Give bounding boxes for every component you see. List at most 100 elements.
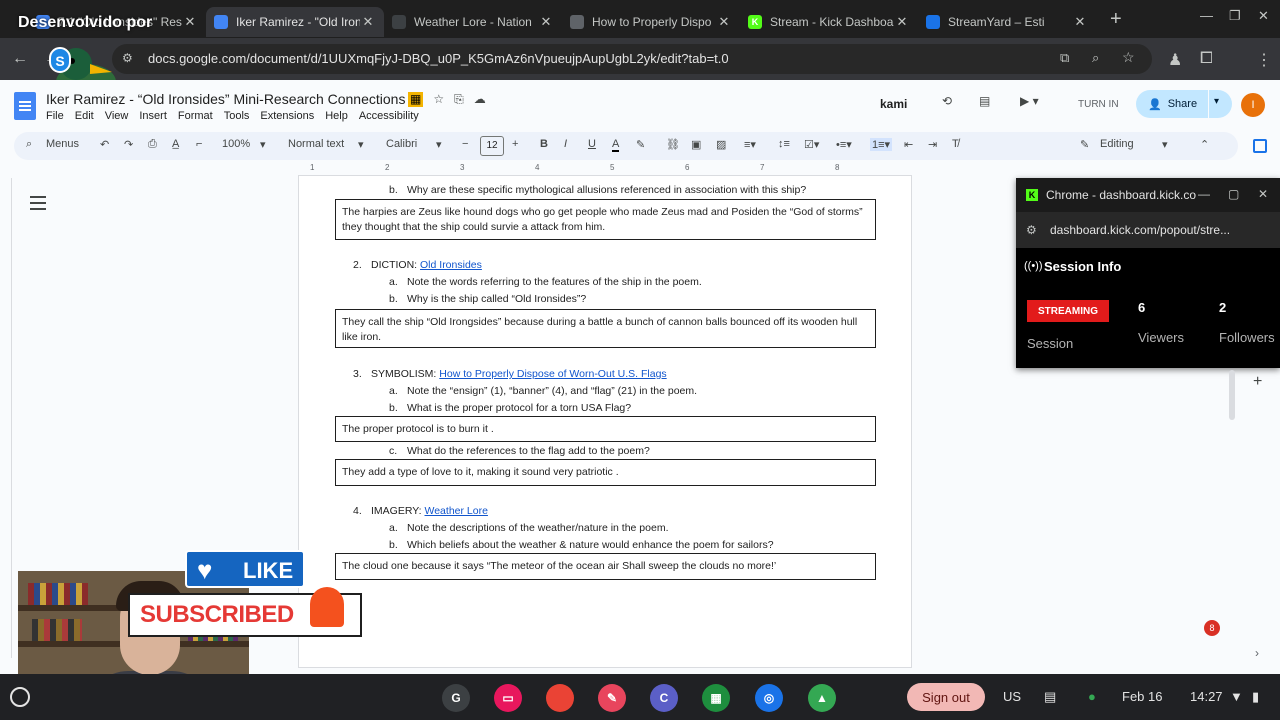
menu-file[interactable]: File — [46, 110, 64, 122]
vertical-ruler[interactable] — [0, 178, 12, 658]
menus-search[interactable]: Menus — [46, 138, 79, 150]
site-info-icon[interactable]: ⚙ — [122, 51, 133, 65]
star-icon[interactable]: ☆ — [433, 92, 444, 107]
comments-icon[interactable]: ▤ — [979, 94, 990, 108]
minimize-icon[interactable]: — — [1200, 8, 1213, 23]
sign-out-button[interactable]: Sign out — [907, 683, 985, 711]
style-select[interactable]: Normal text — [288, 138, 344, 150]
share-button[interactable]: 👤 Share ▾ — [1136, 90, 1232, 118]
back-icon[interactable]: ← — [12, 50, 28, 68]
extensions-icon[interactable]: ⧠ — [1200, 50, 1213, 68]
shelf-app-icon[interactable]: ▭ — [494, 684, 522, 712]
version-history-icon[interactable]: ⟲ — [942, 94, 952, 108]
omnibox[interactable]: ⚙ docs.google.com/document/d/1UUXmqFjyJ-… — [112, 44, 1152, 74]
meet-icon[interactable]: ▶ ▾ — [1020, 94, 1039, 108]
zoom-dropdown-icon[interactable]: ▾ — [260, 138, 266, 151]
editing-dropdown-icon[interactable]: ▾ — [1162, 138, 1168, 151]
spellcheck-icon[interactable]: A̲ — [172, 138, 179, 150]
share-dropdown-icon[interactable]: ▾ — [1214, 96, 1219, 107]
add-comment-icon[interactable]: ▣ — [691, 138, 701, 151]
answer-box-4[interactable]: The cloud one because it says “The meteo… — [335, 553, 876, 580]
checklist-icon[interactable]: ☑▾ — [804, 138, 819, 151]
undo-icon[interactable]: ↶ — [100, 138, 109, 151]
insert-image-icon[interactable]: ▨ — [716, 138, 726, 151]
browser-tab[interactable]: How to Properly Dispo ✕ — [562, 7, 740, 37]
menu-edit[interactable]: Edit — [75, 110, 94, 122]
answer-box-3c[interactable]: They add a type of love to it, making it… — [335, 459, 876, 486]
expand-panel-icon[interactable]: › — [1255, 646, 1259, 660]
diction-link[interactable]: Old Ironsides — [420, 259, 482, 271]
text-color-icon[interactable]: A — [612, 138, 620, 152]
style-dropdown-icon[interactable]: ▾ — [358, 138, 364, 151]
battery-icon[interactable]: ▮ — [1252, 689, 1259, 705]
print-icon[interactable]: ⎙ — [148, 138, 157, 151]
document-outline-icon[interactable] — [30, 196, 46, 210]
decrease-font-icon[interactable]: − — [462, 138, 468, 150]
kami-button[interactable]: kami — [880, 97, 907, 111]
tab-close-icon[interactable]: ✕ — [716, 14, 732, 30]
document-page[interactable]: b. Why are these specific mythological al… — [298, 176, 912, 668]
install-icon[interactable]: ⧉ — [1060, 50, 1069, 66]
menus-search-icon[interactable]: ⌕ — [26, 138, 32, 151]
browser-tab[interactable]: Iker Ramirez - "Old Iron ✕ — [206, 7, 384, 37]
tab-close-icon[interactable]: ✕ — [182, 14, 198, 30]
menu-accessibility[interactable]: Accessibility — [359, 110, 419, 122]
wifi-icon[interactable]: ▼ — [1230, 689, 1243, 704]
new-tab-icon[interactable]: + — [1110, 8, 1122, 31]
shelf-app-icon[interactable] — [546, 684, 574, 712]
profile-icon[interactable]: ♟ — [1168, 50, 1182, 70]
kick-site-info-icon[interactable]: ⚙ — [1026, 223, 1037, 237]
answer-box-3[interactable]: The proper protocol is to burn it . — [335, 416, 876, 442]
answer-box-2[interactable]: They call the ship “Old Irongsides” beca… — [335, 309, 876, 348]
tab-close-icon[interactable]: ✕ — [360, 14, 376, 30]
highlight-icon[interactable]: ✎ — [636, 138, 645, 151]
redo-icon[interactable]: ↷ — [124, 138, 133, 151]
tab-close-icon[interactable]: ✕ — [894, 14, 910, 30]
menu-help[interactable]: Help — [325, 110, 348, 122]
shelf-app-icon[interactable]: G — [442, 684, 470, 712]
editing-mode-select[interactable]: Editing — [1100, 138, 1134, 150]
turn-in-button[interactable]: TURN IN — [1068, 92, 1129, 116]
decrease-indent-icon[interactable]: ⇤ — [904, 138, 913, 151]
kick-window-titlebar[interactable]: K Chrome - dashboard.kick.co — ▢ ✕ — [1016, 178, 1280, 212]
zoom-icon[interactable]: ⌕ — [1092, 50, 1099, 66]
font-dropdown-icon[interactable]: ▾ — [436, 138, 442, 151]
kick-close-icon[interactable]: ✕ — [1258, 187, 1268, 201]
horizontal-ruler[interactable]: 1 2 3 4 5 6 7 8 — [298, 162, 912, 176]
browser-tab[interactable]: Weather Lore - Nation ✕ — [384, 7, 562, 37]
kami-badge-icon[interactable]: ▦ — [408, 92, 424, 107]
font-select[interactable]: Calibri — [386, 138, 417, 150]
menu-extensions[interactable]: Extensions — [260, 110, 314, 122]
browser-tab[interactable]: StreamYard – Esti ✕ — [918, 7, 1096, 37]
kick-minimize-icon[interactable]: — — [1198, 187, 1210, 201]
maximize-icon[interactable]: ❐ — [1229, 8, 1241, 24]
keyboard-layout[interactable]: US — [1003, 689, 1021, 704]
paint-format-icon[interactable]: ⌐ — [196, 138, 202, 150]
menu-view[interactable]: View — [105, 110, 129, 122]
bookmark-star-icon[interactable]: ☆ — [1122, 49, 1135, 66]
align-icon[interactable]: ≡▾ — [744, 138, 756, 151]
italic-icon[interactable]: I — [564, 138, 567, 150]
menu-insert[interactable]: Insert — [139, 110, 167, 122]
underline-icon[interactable]: U — [588, 138, 596, 150]
add-addon-icon[interactable]: + — [1253, 373, 1262, 391]
kick-maximize-icon[interactable]: ▢ — [1228, 187, 1239, 201]
browser-tab[interactable]: K Stream - Kick Dashboa ✕ — [740, 7, 918, 37]
insert-link-icon[interactable]: ⛓ — [666, 138, 680, 151]
page-scrollbar[interactable] — [1229, 370, 1235, 420]
side-panel-icon[interactable] — [1253, 139, 1267, 153]
shelf-app-icon[interactable]: ▦ — [702, 684, 730, 712]
answer-box-1[interactable]: The harpies are Zeus like hound dogs who… — [335, 199, 876, 240]
numbered-list-icon[interactable]: 1≡▾ — [870, 138, 893, 151]
shelf-app-icon[interactable]: ✎ — [598, 684, 626, 712]
clear-formatting-icon[interactable]: T̸ — [952, 138, 959, 150]
increase-indent-icon[interactable]: ⇥ — [928, 138, 937, 151]
zoom-select[interactable]: 100% — [222, 138, 250, 150]
font-size-input[interactable]: 12 — [480, 136, 504, 156]
launcher-icon[interactable] — [10, 687, 30, 707]
date-text[interactable]: Feb 16 — [1122, 689, 1162, 704]
menu-tools[interactable]: Tools — [224, 110, 250, 122]
kick-url-bar[interactable]: ⚙ dashboard.kick.com/popout/stre... — [1016, 212, 1280, 248]
bulleted-list-icon[interactable]: •≡▾ — [836, 138, 852, 151]
flags-link[interactable]: How to Properly Dispose of Worn-Out U.S.… — [439, 368, 666, 380]
